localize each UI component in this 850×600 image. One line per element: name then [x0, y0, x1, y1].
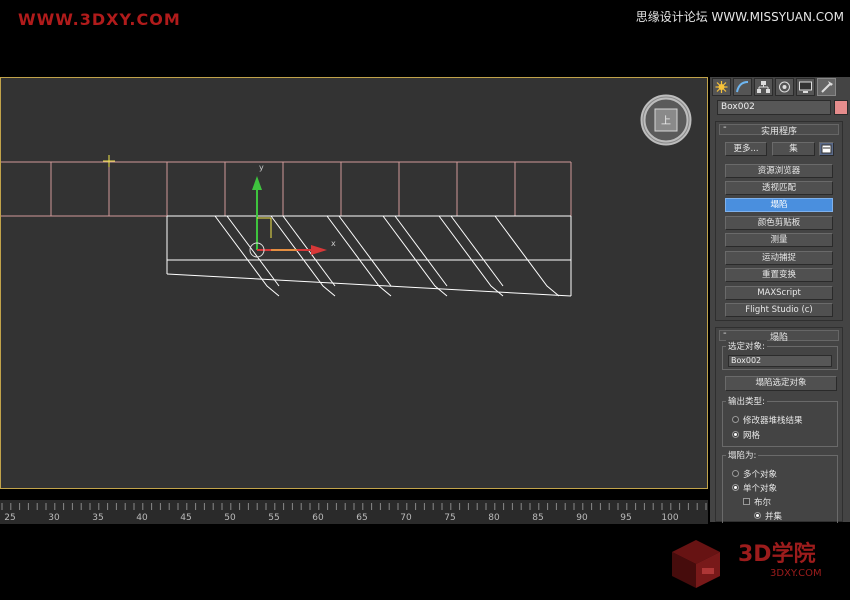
collapse-selected-button[interactable]: 塌陷选定对象	[725, 376, 837, 391]
utility-color-clipboard[interactable]: 颜色剪贴板	[725, 216, 833, 230]
ruler-label: 30	[48, 513, 59, 523]
ruler-label: 65	[356, 513, 367, 523]
display-icon	[798, 80, 813, 94]
utility-maxscript[interactable]: MAXScript	[725, 286, 833, 300]
ruler-label: 35	[92, 513, 103, 523]
watermark-top-right: 思缘设计论坛 WWW.MISSYUAN.COM	[636, 8, 844, 25]
modify-tab[interactable]	[733, 78, 752, 96]
collapse-option-single[interactable]: 单个对象	[732, 482, 777, 494]
radio-icon	[732, 470, 739, 477]
radio-selected-icon	[732, 484, 739, 491]
selected-objects-label: 选定对象:	[726, 340, 767, 352]
svg-text:x: x	[331, 239, 336, 248]
selected-objects-group: 选定对象: Box002	[722, 346, 838, 370]
ruler-label: 45	[180, 513, 191, 523]
modify-icon	[735, 80, 750, 94]
display-tab[interactable]	[796, 78, 815, 96]
utility-collapse[interactable]: 塌陷	[725, 198, 833, 212]
configure-sets-button[interactable]	[819, 142, 834, 156]
utilities-icon	[819, 80, 834, 94]
command-panel: Box002 - 实用程序 更多... 集 资源浏览器 透视匹配 塌陷 颜色剪贴…	[710, 77, 850, 522]
crosshair-icon	[103, 155, 115, 167]
more-button[interactable]: 更多...	[725, 142, 767, 156]
utility-measure[interactable]: 测量	[725, 233, 833, 247]
output-option-modifier-stack[interactable]: 修改器堆栈结果	[732, 414, 803, 426]
move-gizmo-icon: y x	[250, 163, 336, 257]
ruler-ticks	[0, 503, 708, 511]
configure-icon	[821, 144, 832, 154]
ruler-label: 40	[136, 513, 147, 523]
ruler-label: 95	[620, 513, 631, 523]
svg-text:上: 上	[661, 115, 671, 127]
collapse-option-multiple[interactable]: 多个对象	[732, 468, 777, 480]
ruler-label: 55	[268, 513, 279, 523]
hierarchy-tab[interactable]	[754, 78, 773, 96]
viewport-top[interactable]: y x 上	[0, 77, 708, 489]
object-color-swatch[interactable]	[834, 100, 848, 115]
utilities-rollout: - 实用程序 更多... 集 资源浏览器 透视匹配 塌陷 颜色剪贴板 测量 运动…	[715, 121, 843, 321]
ruler-label: 60	[312, 513, 323, 523]
utilities-tab[interactable]	[817, 78, 836, 96]
watermark-logo: 3D学院 3DXY.COM	[660, 518, 850, 600]
collapse-rollout: - 塌陷 选定对象: Box002 塌陷选定对象 输出类型: 修改器堆栈结果 网…	[715, 327, 843, 522]
box-object-pink	[1, 162, 571, 216]
svg-text:y: y	[259, 163, 264, 172]
hierarchy-icon	[756, 80, 771, 94]
viewport-scene: y x 上	[1, 78, 707, 488]
utility-asset-browser[interactable]: 资源浏览器	[725, 164, 833, 178]
checkbox-icon	[743, 498, 750, 505]
output-type-label: 输出类型:	[726, 395, 767, 407]
ruler-label: 75	[444, 513, 455, 523]
selected-objects-field: Box002	[728, 355, 832, 367]
utilities-rollout-header[interactable]: - 实用程序	[719, 124, 839, 135]
output-option-mesh[interactable]: 网格	[732, 429, 760, 441]
object-name-field[interactable]: Box002	[717, 100, 831, 115]
ruler-label: 50	[224, 513, 235, 523]
watermark-top-left: WWW.3DXY.COM	[18, 10, 181, 29]
collapse-to-label: 塌陷为:	[726, 449, 758, 461]
boolean-checkbox[interactable]: 布尔	[743, 496, 771, 508]
utilities-title: 实用程序	[720, 124, 838, 137]
stairs-object-selected	[167, 216, 571, 296]
utility-reset-xform[interactable]: 重置变换	[725, 268, 833, 282]
watermark-logo-text: 3D学院	[738, 536, 816, 568]
viewcube-icon: 上	[643, 97, 689, 143]
utility-flight-studio[interactable]: Flight Studio (c)	[725, 303, 833, 317]
command-panel-tabs	[710, 77, 850, 97]
timeline-ruler[interactable]: 25 30 35 40 45 50 55 60 65 70 75 80 85 9…	[0, 500, 708, 524]
utility-perspective-match[interactable]: 透视匹配	[725, 181, 833, 195]
ruler-label: 25	[4, 513, 15, 523]
motion-icon	[777, 80, 792, 94]
ruler-label: 85	[532, 513, 543, 523]
collapse-to-group: 塌陷为: 多个对象 单个对象 布尔 并集	[722, 455, 838, 523]
sets-button[interactable]: 集	[772, 142, 815, 156]
create-icon	[714, 80, 729, 94]
create-tab[interactable]	[712, 78, 731, 96]
ruler-label: 70	[400, 513, 411, 523]
motion-tab[interactable]	[775, 78, 794, 96]
radio-selected-icon	[732, 431, 739, 438]
cube-logo-icon	[660, 524, 740, 594]
ruler-label: 90	[576, 513, 587, 523]
utility-motion-capture[interactable]: 运动捕捉	[725, 251, 833, 265]
radio-icon	[732, 416, 739, 423]
watermark-logo-url: 3DXY.COM	[770, 568, 822, 579]
ruler-label: 80	[488, 513, 499, 523]
output-type-group: 输出类型: 修改器堆栈结果 网格	[722, 401, 838, 447]
